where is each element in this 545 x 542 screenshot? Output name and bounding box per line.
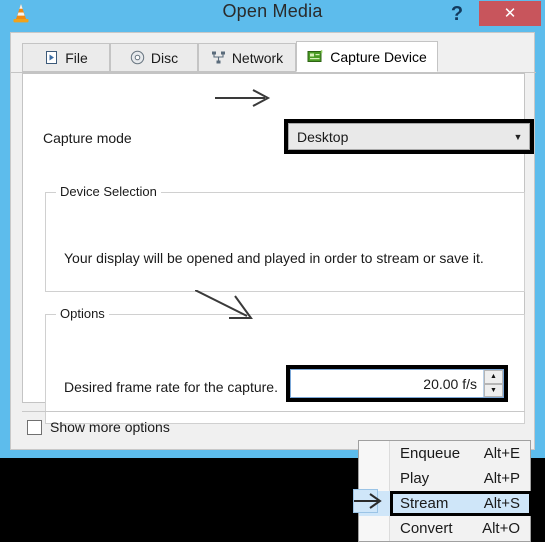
menu-item-enqueue-label: Enqueue xyxy=(400,445,461,462)
frame-rate-label: Desired frame rate for the capture. xyxy=(64,379,278,395)
tab-disc[interactable]: Disc xyxy=(110,43,198,72)
menu-item-play[interactable]: Play Alt+P xyxy=(359,466,530,491)
disc-icon xyxy=(130,50,145,65)
tab-capture-device-label: Capture Device xyxy=(330,48,427,65)
capture-mode-label: Capture mode xyxy=(43,130,132,146)
stream-arrow-backdrop xyxy=(353,489,378,513)
menu-item-stream-label: Stream xyxy=(400,495,449,512)
device-selection-title: Device Selection xyxy=(56,184,161,199)
device-selection-description: Your display will be opened and played i… xyxy=(64,250,484,266)
frame-rate-spinner[interactable]: 20.00 f/s ▲ ▼ xyxy=(290,369,504,398)
capture-mode-value: Desktop xyxy=(297,128,349,145)
menu-item-convert-shortcut: Alt+O xyxy=(482,520,520,537)
tab-file-label: File xyxy=(65,49,88,66)
menu-item-convert[interactable]: Convert Alt+O xyxy=(359,516,530,541)
menu-item-play-shortcut: Alt+P xyxy=(483,470,520,487)
footer-divider xyxy=(22,411,525,412)
tab-capture-device[interactable]: Capture Device xyxy=(296,41,438,72)
device-selection-group: Device Selection Your display will be op… xyxy=(45,184,525,292)
tab-bar: File Disc Network Capture Device xyxy=(11,41,536,73)
tab-file[interactable]: File xyxy=(22,43,110,72)
file-icon xyxy=(44,50,59,65)
menu-item-convert-label: Convert xyxy=(400,520,453,537)
spinner-down-icon[interactable]: ▼ xyxy=(484,383,503,397)
capture-card-icon xyxy=(307,49,324,64)
capture-mode-select[interactable]: Desktop ▼ xyxy=(288,123,530,150)
title-bar: Open Media ? ✕ xyxy=(0,0,545,28)
frame-rate-value: 20.00 f/s xyxy=(423,375,477,392)
menu-item-stream-shortcut: Alt+S xyxy=(483,495,520,512)
chevron-down-icon: ▼ xyxy=(513,131,523,142)
menu-item-stream[interactable]: Stream Alt+S xyxy=(359,491,530,516)
network-icon xyxy=(211,50,226,65)
close-button[interactable]: ✕ xyxy=(479,1,541,26)
play-dropdown-menu: Enqueue Alt+E Play Alt+P Stream Alt+S Co… xyxy=(358,440,532,542)
capture-device-tab-panel: Capture mode Desktop ▼ Device Selection … xyxy=(22,73,534,424)
menu-item-enqueue[interactable]: Enqueue Alt+E xyxy=(359,441,530,466)
open-media-dialog-window: Open Media ? ✕ File Disc Network Capture… xyxy=(0,0,545,472)
menu-item-enqueue-shortcut: Alt+E xyxy=(483,445,520,462)
tab-network[interactable]: Network xyxy=(198,43,296,72)
options-title: Options xyxy=(56,306,109,321)
dialog-body: File Disc Network Capture Device Capture… xyxy=(10,32,536,472)
show-more-options-label: Show more options xyxy=(50,419,170,435)
show-more-options-checkbox[interactable] xyxy=(27,419,42,435)
help-button[interactable]: ? xyxy=(445,1,469,27)
options-group: Options Desired frame rate for the captu… xyxy=(45,306,525,424)
menu-item-play-label: Play xyxy=(400,470,430,487)
spinner-buttons[interactable]: ▲ ▼ xyxy=(483,370,503,397)
show-more-options-row[interactable]: Show more options xyxy=(27,419,170,435)
spinner-up-icon[interactable]: ▲ xyxy=(484,370,503,384)
tab-network-label: Network xyxy=(231,49,284,66)
tab-disc-label: Disc xyxy=(150,49,179,66)
